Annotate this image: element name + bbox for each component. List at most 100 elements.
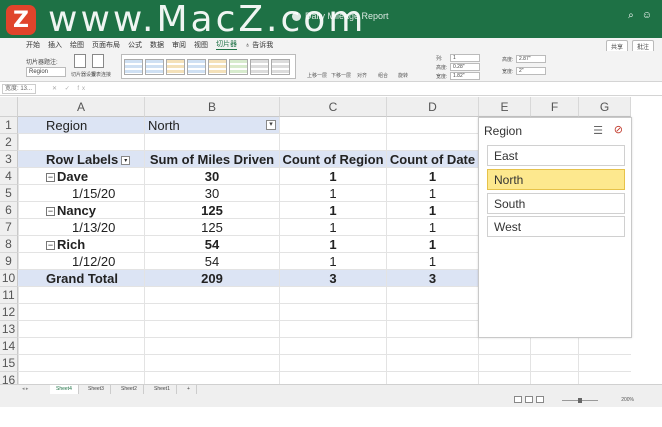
pivot-filter-label[interactable]: Region <box>18 117 145 134</box>
column-header-c[interactable]: C <box>280 97 387 117</box>
slicer-style-swatch[interactable] <box>271 58 290 75</box>
row-header[interactable]: 10 <box>0 270 18 287</box>
row-header[interactable]: 7 <box>0 219 18 236</box>
sheet-nav-arrows[interactable]: ◂ ▸ <box>22 386 28 392</box>
pivot-header-row-labels[interactable]: Row Labels ▾ <box>18 151 145 168</box>
slicer-settings-icon[interactable] <box>74 54 86 68</box>
pivot-cell-date[interactable]: 1 <box>387 168 479 185</box>
pivot-grand-total-label[interactable]: Grand Total <box>18 270 145 287</box>
slicer-item-south[interactable]: South <box>487 193 625 214</box>
pivot-cell-region[interactable]: 1 <box>280 253 387 270</box>
slicer-styles-gallery[interactable] <box>121 54 296 79</box>
account-icon[interactable]: ☺ <box>642 10 652 21</box>
pivot-cell-date[interactable]: 1 <box>387 253 479 270</box>
tab-home[interactable]: 开始 <box>26 40 40 50</box>
row-header[interactable]: 8 <box>0 236 18 253</box>
column-header-b[interactable]: B <box>145 97 280 117</box>
column-header-e[interactable]: E <box>479 97 531 117</box>
pivot-cell-region[interactable]: 1 <box>280 185 387 202</box>
name-box[interactable]: 宽度: 13... <box>2 84 36 94</box>
pivot-row-label[interactable]: − Rich <box>18 236 145 253</box>
tab-insert[interactable]: 插入 <box>48 40 62 50</box>
send-backward-label[interactable]: 下移一层 <box>331 72 351 79</box>
pivot-row-label[interactable]: − Nancy <box>18 202 145 219</box>
pivot-cell-miles[interactable]: 30 <box>145 168 280 185</box>
pivot-filter-value[interactable]: North ▾ <box>145 117 280 134</box>
slicer-style-swatch[interactable] <box>187 58 206 75</box>
slicer-style-swatch[interactable] <box>250 58 269 75</box>
pivot-cell-region[interactable]: 1 <box>280 236 387 253</box>
pivot-cell-miles[interactable]: 54 <box>145 253 280 270</box>
pivot-cell-date[interactable]: 1 <box>387 219 479 236</box>
normal-view-icon[interactable] <box>514 396 522 403</box>
pivot-cell-miles[interactable]: 125 <box>145 219 280 236</box>
slicer-item-north[interactable]: North <box>487 169 625 190</box>
column-header-f[interactable]: F <box>531 97 579 117</box>
clear-filter-icon[interactable]: ⊘ <box>614 123 623 136</box>
align-label[interactable]: 对齐 <box>357 72 367 79</box>
pivot-cell-region[interactable]: 1 <box>280 219 387 236</box>
collapse-icon[interactable]: − <box>46 207 55 217</box>
pivot-grand-total-date[interactable]: 3 <box>387 270 479 287</box>
pivot-cell-date[interactable]: 1 <box>387 202 479 219</box>
slicer-item-west[interactable]: West <box>487 216 625 237</box>
tab-review[interactable]: 审阅 <box>172 40 186 50</box>
size-width-stepper[interactable]: 2" <box>516 67 546 75</box>
column-header-a[interactable]: A <box>18 97 145 117</box>
row-labels-dropdown-icon[interactable]: ▾ <box>121 156 131 166</box>
tab-slicer[interactable]: 切片器 <box>216 39 237 50</box>
rotate-label[interactable]: 旋转 <box>398 72 408 79</box>
pivot-cell-region[interactable]: 1 <box>280 168 387 185</box>
row-header[interactable]: 11 <box>0 287 18 304</box>
row-header[interactable]: 14 <box>0 338 18 355</box>
report-connections-icon[interactable] <box>92 54 104 68</box>
slicer-style-swatch[interactable] <box>229 58 248 75</box>
slicer-style-swatch[interactable] <box>124 58 143 75</box>
pivot-header-count-date[interactable]: Count of Date <box>387 151 479 168</box>
row-header[interactable]: 13 <box>0 321 18 338</box>
pivot-cell-miles[interactable]: 54 <box>145 236 280 253</box>
slicer-style-swatch[interactable] <box>145 58 164 75</box>
slicer-caption-input[interactable]: Region <box>26 67 66 77</box>
region-slicer[interactable]: Region ☰ ⊘ East North South West <box>478 117 632 338</box>
slicer-item-east[interactable]: East <box>487 145 625 166</box>
row-header[interactable]: 6 <box>0 202 18 219</box>
select-all-corner[interactable] <box>0 97 18 117</box>
group-label[interactable]: 组合 <box>378 72 388 79</box>
pivot-cell-date[interactable]: 1 <box>387 236 479 253</box>
size-height-stepper[interactable]: 2.87" <box>516 55 546 63</box>
pivot-cell-miles[interactable]: 30 <box>145 185 280 202</box>
row-header[interactable]: 3 <box>0 151 18 168</box>
column-header-d[interactable]: D <box>387 97 479 117</box>
pivot-header-sum-miles[interactable]: Sum of Miles Driven <box>145 151 280 168</box>
row-header[interactable]: 1 <box>0 117 18 134</box>
tab-page-layout[interactable]: 页面布局 <box>92 40 120 50</box>
column-header-g[interactable]: G <box>579 97 631 117</box>
fx-icon[interactable]: fx <box>77 86 88 92</box>
columns-stepper[interactable]: 1 <box>450 54 480 62</box>
slicer-style-swatch[interactable] <box>208 58 227 75</box>
zoom-slider-handle[interactable] <box>578 398 582 403</box>
pivot-cell-date[interactable]: 1 <box>387 185 479 202</box>
row-header[interactable]: 15 <box>0 355 18 372</box>
row-header[interactable]: 4 <box>0 168 18 185</box>
pivot-row-label[interactable]: 1/15/20 <box>18 185 145 202</box>
pivot-grand-total-region[interactable]: 3 <box>280 270 387 287</box>
collapse-icon[interactable]: − <box>46 173 55 183</box>
multi-select-icon[interactable]: ☰ <box>593 124 603 137</box>
tab-data[interactable]: 数据 <box>150 40 164 50</box>
pivot-cell-region[interactable]: 1 <box>280 202 387 219</box>
pivot-row-label[interactable]: − Dave <box>18 168 145 185</box>
row-header[interactable]: 2 <box>0 134 18 151</box>
pivot-grand-total-miles[interactable]: 209 <box>145 270 280 287</box>
bring-forward-label[interactable]: 上移一层 <box>307 72 327 79</box>
zoom-level[interactable]: 200% <box>621 397 634 403</box>
filter-dropdown-icon[interactable]: ▾ <box>266 120 276 130</box>
pivot-cell-miles[interactable]: 125 <box>145 202 280 219</box>
row-header[interactable]: 9 <box>0 253 18 270</box>
page-break-view-icon[interactable] <box>536 396 544 403</box>
button-height-stepper[interactable]: 0.28" <box>450 63 480 71</box>
tab-formulas[interactable]: 公式 <box>128 40 142 50</box>
tab-draw[interactable]: 绘图 <box>70 40 84 50</box>
pivot-row-label[interactable]: 1/13/20 <box>18 219 145 236</box>
